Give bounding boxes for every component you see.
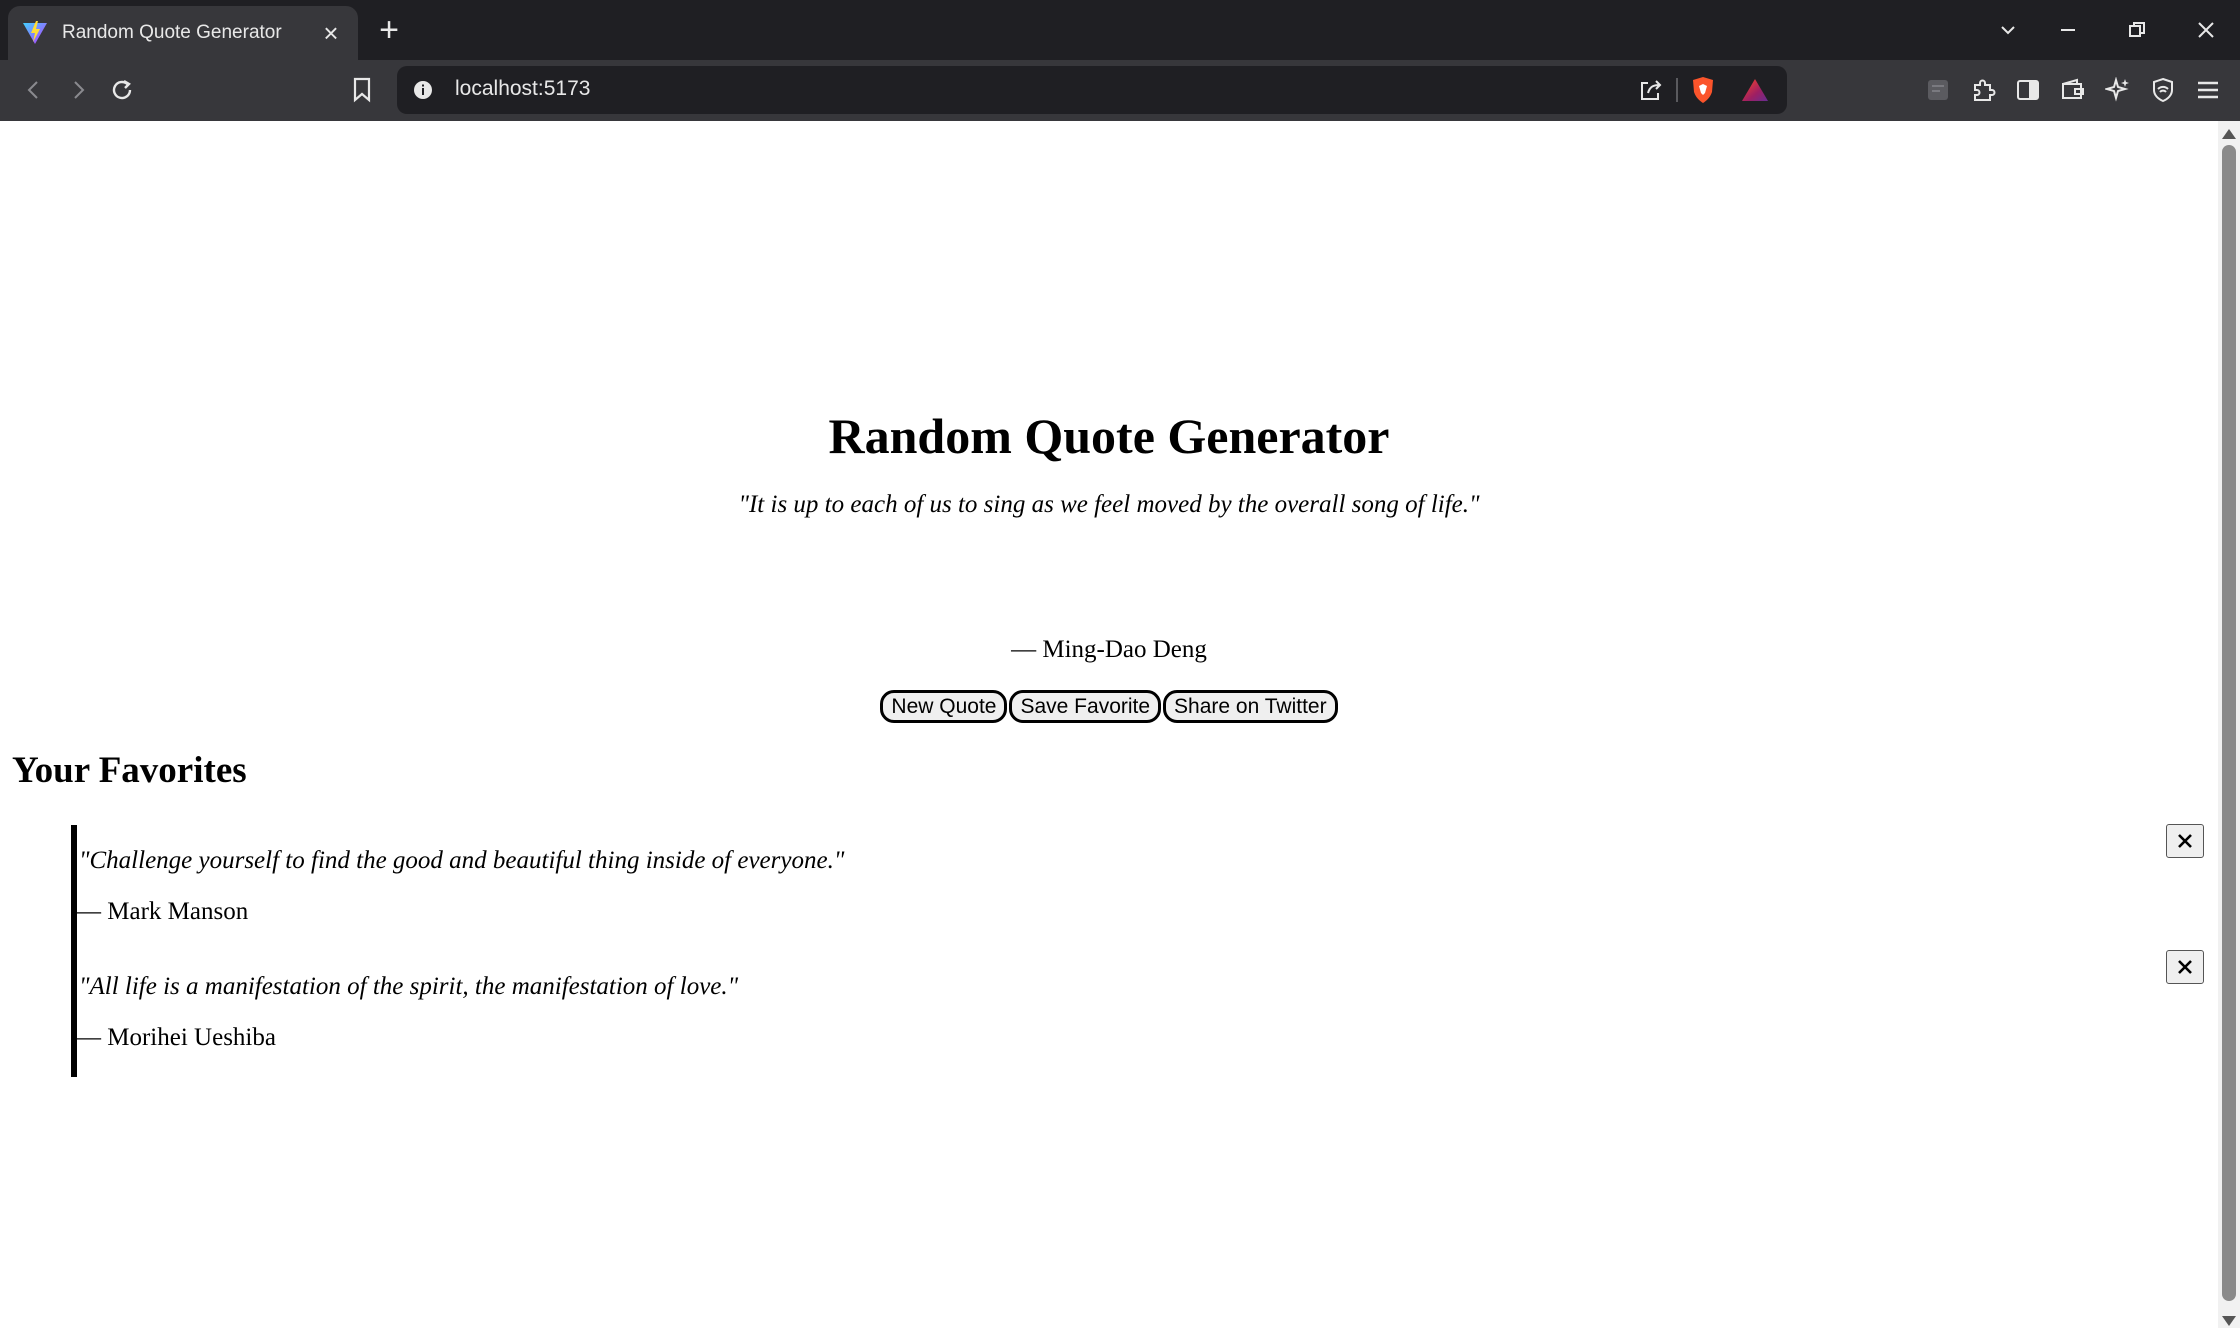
back-icon[interactable] (14, 70, 54, 110)
page-viewport: Random Quote Generator "It is up to each… (0, 121, 2218, 1328)
favorite-quote-text: "Challenge yourself to find the good and… (79, 847, 845, 874)
current-quote-text: "It is up to each of us to sing as we fe… (738, 491, 1480, 518)
share-twitter-button[interactable]: Share on Twitter (1163, 690, 1338, 723)
restore-icon[interactable] (2117, 10, 2157, 50)
reload-icon[interactable] (102, 70, 142, 110)
scrollbar-thumb[interactable] (2222, 145, 2236, 1301)
window-close-icon[interactable] (2186, 10, 2226, 50)
favorite-quote-author: — Mark Manson (76, 898, 249, 925)
quote-actions: New Quote Save Favorite Share on Twitter (0, 690, 2218, 723)
browser-tab[interactable]: Random Quote Generator × (8, 6, 358, 60)
sidebar-icon[interactable] (2008, 70, 2048, 110)
extension-placeholder-icon[interactable] (1918, 70, 1958, 110)
scroll-up-arrow[interactable] (2222, 129, 2236, 139)
tab-list-chevron-down-icon[interactable] (1988, 10, 2028, 50)
current-quote-author: — Ming-Dao Deng (1011, 636, 1207, 663)
close-icon (2178, 834, 2192, 848)
menu-icon[interactable] (2188, 70, 2228, 110)
url-text[interactable]: localhost:5173 (455, 77, 590, 101)
vite-favicon (23, 21, 47, 44)
browser-toolbar: localhost:5173 (0, 60, 2240, 121)
scroll-down-arrow[interactable] (2222, 1316, 2236, 1326)
favorite-quote-author: — Morihei Ueshiba (76, 1024, 276, 1051)
remove-favorite-button[interactable] (2166, 950, 2204, 984)
wallet-icon[interactable] (2053, 70, 2093, 110)
favorite-quote-text: "All life is a manifestation of the spir… (79, 973, 739, 1000)
info-icon[interactable] (411, 78, 435, 102)
remove-favorite-button[interactable] (2166, 824, 2204, 858)
page-scrollbar[interactable] (2218, 121, 2240, 1328)
minimize-icon[interactable] (2048, 10, 2088, 50)
vpn-icon[interactable] (2143, 70, 2183, 110)
favorites-heading: Your Favorites (12, 750, 247, 791)
tab-strip: Random Quote Generator × + (0, 0, 2240, 60)
bookmark-icon[interactable] (342, 70, 382, 110)
tab-close-icon[interactable]: × (316, 18, 346, 48)
save-favorite-button[interactable]: Save Favorite (1009, 690, 1162, 723)
brave-shield-icon[interactable] (1687, 74, 1719, 106)
close-icon (2178, 960, 2192, 974)
brave-rewards-icon[interactable] (1739, 74, 1771, 106)
extensions-icon[interactable] (1963, 70, 2003, 110)
address-bar-divider (1676, 78, 1678, 102)
page-title: Random Quote Generator (828, 408, 1390, 464)
new-quote-button[interactable]: New Quote (880, 690, 1008, 723)
tab-title: Random Quote Generator (62, 22, 282, 43)
share-icon[interactable] (1635, 74, 1667, 106)
leo-icon[interactable] (2098, 70, 2138, 110)
address-bar[interactable]: localhost:5173 (397, 66, 1787, 114)
forward-icon[interactable] (58, 70, 98, 110)
new-tab-button[interactable]: + (372, 13, 406, 48)
